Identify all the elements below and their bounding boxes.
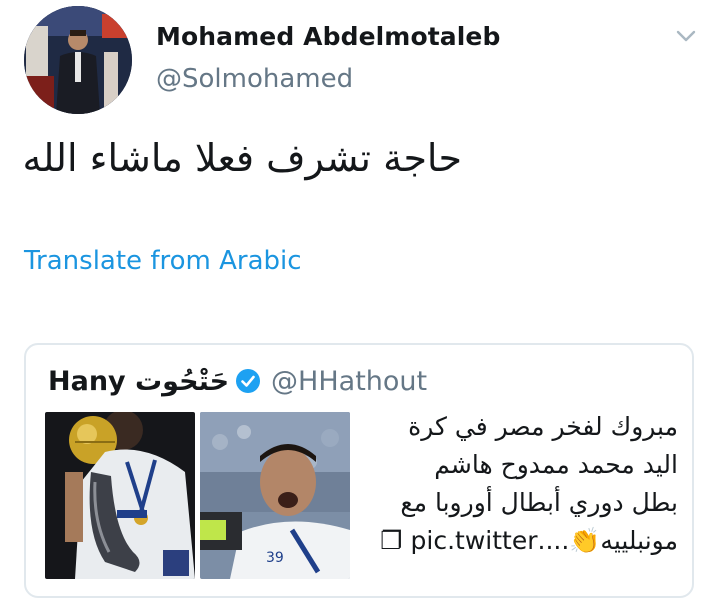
verified-badge-icon [236,369,261,393]
quoted-text-line: بطل دوري أبطال أوروبا مع [400,488,678,517]
quoted-text-line: مونبلييه👏....pic.twitter ❐ [380,526,678,555]
avatar-photo [24,6,132,114]
quoted-author-handle: @HHathout [271,365,428,397]
chevron-down-icon[interactable] [674,26,698,46]
translate-link[interactable]: Translate from Arabic [24,246,302,276]
quoted-tweet-header: Hany حَتْحُوت @HHathout [48,363,427,399]
author-name[interactable]: Mohamed Abdelmotaleb [156,22,500,51]
quoted-media-photo-celebration[interactable]: 39 [200,412,350,579]
quoted-text-line: مبروك لفخر مصر في كرة [408,412,678,441]
quoted-tweet-text: مبروك لفخر مصر في كرة اليد محمد ممدوح ها… [372,408,678,560]
quoted-media-photo-trophy[interactable] [45,412,195,579]
tweet-text: حاجة تشرف فعلا ماشاء الله [22,136,462,180]
svg-text:39: 39 [266,550,284,566]
author-avatar[interactable] [24,6,132,114]
photo-player-celebrating: 39 [200,412,350,579]
quoted-text-line: اليد محمد ممدوح هاشم [434,450,678,479]
photo-player-with-trophy [45,412,195,579]
author-handle[interactable]: @Solmohamed [156,64,353,94]
quoted-tweet-card[interactable]: Hany حَتْحُوت @HHathout 39 مبروك لفخر مص… [24,343,694,598]
quoted-author-name: Hany حَتْحُوت [48,365,230,397]
